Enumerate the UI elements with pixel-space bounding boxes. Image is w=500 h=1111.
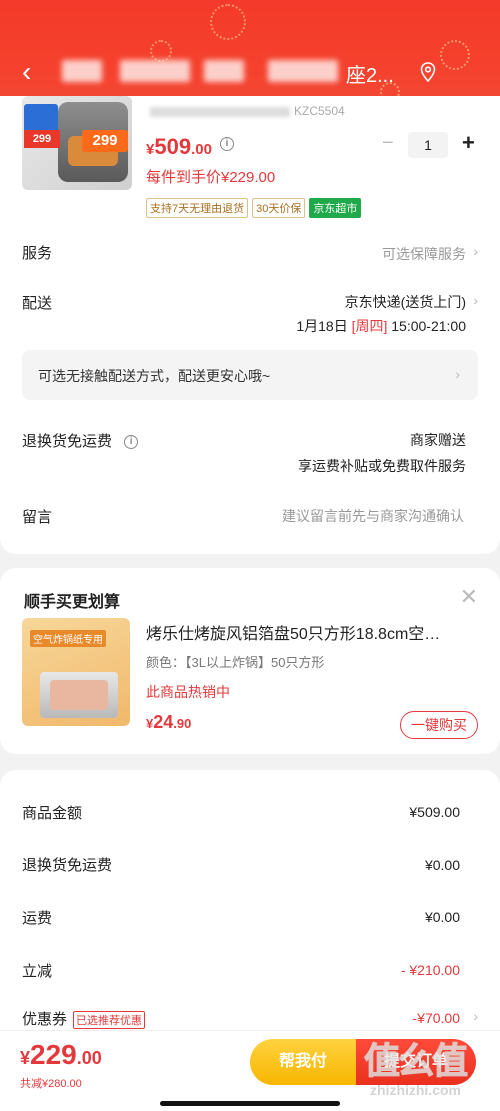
price-integer: 24 bbox=[153, 712, 174, 732]
close-icon[interactable]: ✕ bbox=[460, 584, 478, 610]
total-price: ¥229.00 bbox=[20, 1039, 102, 1071]
help-pay-button[interactable]: 帮我付 bbox=[250, 1039, 356, 1085]
summary-label: 商品金额 bbox=[22, 805, 83, 822]
total-saved: 共减¥280.00 bbox=[20, 1078, 82, 1090]
delivery-date: 1月18日 bbox=[296, 318, 348, 334]
quantity-value[interactable]: 1 bbox=[408, 132, 448, 158]
summary-label: 退换货免运费 bbox=[22, 857, 113, 874]
firework-decoration bbox=[440, 40, 470, 70]
delivery-method[interactable]: 京东快递(送货上门) bbox=[345, 292, 466, 312]
delivery-slot: 15:00-21:00 bbox=[391, 318, 466, 334]
promo-price-badge: 299 bbox=[82, 130, 128, 152]
message-input[interactable]: 建议留言前先与商家沟通确认 bbox=[282, 506, 464, 526]
product-thumbnail[interactable]: 299 299 bbox=[22, 96, 132, 190]
service-tags: 支持7天无理由退货 30天价保 京东超市 bbox=[146, 198, 365, 218]
price-decimal: .00 bbox=[191, 141, 212, 158]
recommend-price: ¥24.90 bbox=[146, 712, 191, 733]
location-pin-icon[interactable] bbox=[420, 62, 436, 82]
title-redacted bbox=[62, 60, 102, 82]
food-image bbox=[50, 680, 108, 710]
recommend-title[interactable]: 烤乐仕烤旋风铝箔盘50只方形18.8cm空… bbox=[146, 620, 476, 644]
recommend-product-image[interactable]: 空气炸锅纸专用 bbox=[22, 618, 130, 726]
page-title: 座2... bbox=[62, 56, 402, 90]
chevron-right-icon: › bbox=[455, 366, 460, 382]
summary-value: ¥0.00 bbox=[424, 909, 460, 925]
promo-price-badge: 299 bbox=[24, 130, 60, 148]
delivery-label: 配送 bbox=[22, 295, 53, 312]
summary-value-coupon[interactable]: -¥70.00 bbox=[413, 1010, 460, 1026]
spec-redacted bbox=[150, 106, 290, 117]
plus-icon[interactable]: + bbox=[462, 130, 475, 156]
message-label: 留言 bbox=[22, 509, 53, 526]
summary-value-discount: - ¥210.00 bbox=[400, 962, 460, 978]
info-icon[interactable]: i bbox=[220, 137, 234, 151]
firework-decoration bbox=[210, 4, 246, 40]
summary-label: 优惠券 bbox=[22, 1011, 68, 1028]
title-redacted bbox=[268, 60, 338, 82]
summary-value: ¥509.00 bbox=[409, 804, 460, 820]
minus-icon[interactable]: − bbox=[382, 132, 394, 155]
recommend-card: 顺手买更划算 ✕ 空气炸锅纸专用 烤乐仕烤旋风铝箔盘50只方形18.8cm空… … bbox=[0, 568, 500, 754]
coupon-tag: 已选推荐优惠 bbox=[73, 1011, 146, 1030]
chevron-right-icon[interactable]: › bbox=[473, 243, 478, 259]
page-title-text: 座2... bbox=[346, 65, 394, 87]
home-indicator bbox=[160, 1101, 340, 1106]
one-click-buy-button[interactable]: 一键购买 bbox=[400, 711, 478, 739]
quantity-stepper: − 1 + bbox=[378, 130, 478, 158]
product-spec: KZC5504 bbox=[150, 104, 345, 118]
tag-jd-supermarket: 京东超市 bbox=[309, 198, 362, 218]
watermark: 值么值 zhizhizhi.com bbox=[360, 1030, 500, 1111]
recommend-hot: 此商品热销中 bbox=[146, 684, 230, 700]
service-label: 服务 bbox=[22, 245, 53, 262]
return-shipping-desc: 享运费补贴或免费取件服务 bbox=[298, 458, 466, 474]
price-integer: 509 bbox=[154, 134, 192, 159]
per-item-price: 每件到手价¥229.00 bbox=[146, 169, 276, 186]
summary-label: 运费 bbox=[22, 910, 53, 927]
chevron-left-icon[interactable]: ‹ bbox=[22, 58, 31, 86]
summary-value: ¥0.00 bbox=[424, 857, 460, 873]
return-shipping-value: 商家赠送 bbox=[410, 432, 466, 448]
watermark-url: zhizhizhi.com bbox=[370, 1082, 461, 1098]
return-shipping-text: 退换货免运费 bbox=[22, 433, 113, 450]
price-integer: 229 bbox=[30, 1039, 77, 1070]
return-shipping-label: 退换货免运费 i bbox=[22, 430, 139, 451]
delivery-time[interactable]: 1月18日 [周四] 15:00-21:00 bbox=[296, 316, 466, 336]
chevron-right-icon[interactable]: › bbox=[473, 1008, 478, 1024]
delivery-weekday: [周四] bbox=[351, 318, 388, 334]
tip-text: 可选无接触配送方式，配送更安心哦~ bbox=[38, 368, 271, 384]
order-card: 299 299 KZC5504 ¥509.00 i 每件到手价¥229.00 −… bbox=[0, 96, 500, 554]
product-price: ¥509.00 bbox=[146, 134, 212, 160]
image-label: 空气炸锅纸专用 bbox=[30, 630, 106, 647]
tag-return: 支持7天无理由退货 bbox=[146, 198, 249, 218]
price-symbol: ¥ bbox=[20, 1048, 31, 1068]
price-decimal: .00 bbox=[76, 1048, 102, 1068]
recommend-heading: 顺手买更划算 bbox=[24, 594, 121, 611]
coupon-row[interactable]: 优惠券 已选推荐优惠 bbox=[22, 1008, 146, 1030]
service-value[interactable]: 可选保障服务 bbox=[382, 244, 466, 264]
price-decimal: .90 bbox=[173, 716, 192, 731]
info-icon[interactable]: i bbox=[124, 435, 139, 450]
recommend-color: 颜色：【3L以上炸锅】50只方形 bbox=[146, 655, 325, 670]
spec-suffix: KZC5504 bbox=[294, 104, 345, 118]
title-redacted bbox=[120, 60, 190, 82]
watermark-logo: 值么值 bbox=[363, 1040, 468, 1082]
summary-label: 立减 bbox=[22, 963, 53, 980]
contactless-tip[interactable]: 可选无接触配送方式，配送更安心哦~ › bbox=[22, 350, 478, 400]
chevron-right-icon[interactable]: › bbox=[473, 292, 478, 308]
title-redacted bbox=[204, 60, 244, 82]
tag-price-protect: 30天价保 bbox=[252, 198, 306, 218]
